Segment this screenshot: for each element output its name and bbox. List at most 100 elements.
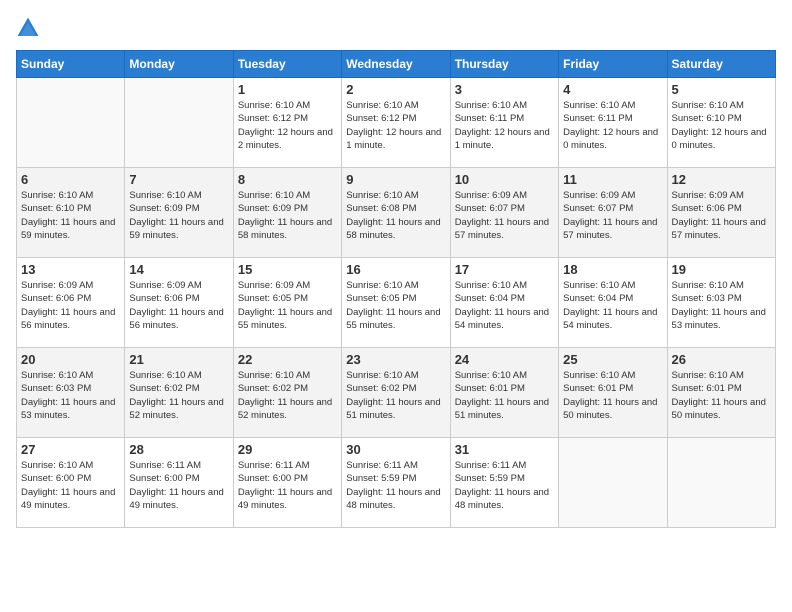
calendar-week-5: 27Sunrise: 6:10 AMSunset: 6:00 PMDayligh… [17, 438, 776, 528]
day-info: Sunrise: 6:09 AMSunset: 6:06 PMDaylight:… [129, 279, 228, 332]
day-info: Sunrise: 6:10 AMSunset: 6:09 PMDaylight:… [129, 189, 228, 242]
calendar-cell [559, 438, 667, 528]
calendar-cell: 8Sunrise: 6:10 AMSunset: 6:09 PMDaylight… [233, 168, 341, 258]
day-number: 3 [455, 82, 554, 97]
day-number: 4 [563, 82, 662, 97]
day-number: 24 [455, 352, 554, 367]
calendar-cell: 22 Sunrise: 6:10 AMSunset: 6:02 PMDayligh… [233, 348, 341, 438]
calendar-cell: 28Sunrise: 6:11 AMSunset: 6:00 PMDayligh… [125, 438, 233, 528]
day-info: Sunrise: 6:10 AMSunset: 6:10 PMDaylight:… [21, 189, 120, 242]
calendar-cell: 19 Sunrise: 6:10 AMSunset: 6:03 PMDayligh… [667, 258, 775, 348]
calendar-cell: 21 Sunrise: 6:10 AMSunset: 6:02 PMDayligh… [125, 348, 233, 438]
day-number: 12 [672, 172, 771, 187]
weekday-header-thursday: Thursday [450, 51, 558, 78]
calendar-cell: 3 Sunrise: 6:10 AMSunset: 6:11 PMDaylight… [450, 78, 558, 168]
day-number: 25 [563, 352, 662, 367]
day-number: 18 [563, 262, 662, 277]
weekday-header-saturday: Saturday [667, 51, 775, 78]
day-number: 23 [346, 352, 445, 367]
day-info: Sunrise: 6:11 AMSunset: 6:00 PMDaylight:… [238, 459, 337, 512]
calendar-cell: 31 Sunrise: 6:11 AMSunset: 5:59 PMDayligh… [450, 438, 558, 528]
day-info: Sunrise: 6:10 AMSunset: 6:09 PMDaylight:… [238, 189, 337, 242]
calendar-cell: 12 Sunrise: 6:09 AMSunset: 6:06 PMDayligh… [667, 168, 775, 258]
day-info: Sunrise: 6:10 AMSunset: 6:00 PMDaylight:… [21, 459, 120, 512]
calendar-cell: 15 Sunrise: 6:09 AMSunset: 6:05 PMDayligh… [233, 258, 341, 348]
day-info: Sunrise: 6:10 AMSunset: 6:12 PMDaylight:… [346, 99, 445, 152]
day-info: Sunrise: 6:10 AMSunset: 6:05 PMDaylight:… [346, 279, 445, 332]
calendar-cell: 25 Sunrise: 6:10 AMSunset: 6:01 PMDayligh… [559, 348, 667, 438]
calendar-week-1: 1 Sunrise: 6:10 AMSunset: 6:12 PMDaylight… [17, 78, 776, 168]
logo [16, 16, 44, 40]
calendar-cell: 9 Sunrise: 6:10 AMSunset: 6:08 PMDaylight… [342, 168, 450, 258]
calendar-header: SundayMondayTuesdayWednesdayThursdayFrid… [17, 51, 776, 78]
day-info: Sunrise: 6:09 AMSunset: 6:06 PMDaylight:… [21, 279, 120, 332]
day-number: 11 [563, 172, 662, 187]
calendar-week-3: 13 Sunrise: 6:09 AMSunset: 6:06 PMDayligh… [17, 258, 776, 348]
day-info: Sunrise: 6:10 AMSunset: 6:01 PMDaylight:… [563, 369, 662, 422]
day-number: 31 [455, 442, 554, 457]
calendar-table: SundayMondayTuesdayWednesdayThursdayFrid… [16, 50, 776, 528]
calendar-cell: 7 Sunrise: 6:10 AMSunset: 6:09 PMDaylight… [125, 168, 233, 258]
day-number: 17 [455, 262, 554, 277]
day-info: Sunrise: 6:10 AMSunset: 6:04 PMDaylight:… [455, 279, 554, 332]
day-number: 30 [346, 442, 445, 457]
calendar-cell [125, 78, 233, 168]
day-info: Sunrise: 6:10 AMSunset: 6:03 PMDaylight:… [672, 279, 771, 332]
calendar-cell: 6 Sunrise: 6:10 AMSunset: 6:10 PMDaylight… [17, 168, 125, 258]
day-number: 5 [672, 82, 771, 97]
weekday-header-sunday: Sunday [17, 51, 125, 78]
day-info: Sunrise: 6:11 AMSunset: 6:00 PMDaylight:… [129, 459, 228, 512]
day-info: Sunrise: 6:10 AMSunset: 6:01 PMDaylight:… [455, 369, 554, 422]
calendar-week-2: 6 Sunrise: 6:10 AMSunset: 6:10 PMDaylight… [17, 168, 776, 258]
day-number: 14 [129, 262, 228, 277]
calendar-cell: 5 Sunrise: 6:10 AMSunset: 6:10 PMDaylight… [667, 78, 775, 168]
day-number: 1 [238, 82, 337, 97]
day-number: 22 [238, 352, 337, 367]
day-number: 10 [455, 172, 554, 187]
calendar-cell: 30 Sunrise: 6:11 AMSunset: 5:59 PMDayligh… [342, 438, 450, 528]
day-info: Sunrise: 6:11 AMSunset: 5:59 PMDaylight:… [455, 459, 554, 512]
day-number: 15 [238, 262, 337, 277]
day-info: Sunrise: 6:10 AMSunset: 6:04 PMDaylight:… [563, 279, 662, 332]
day-number: 13 [21, 262, 120, 277]
day-info: Sunrise: 6:09 AMSunset: 6:06 PMDaylight:… [672, 189, 771, 242]
calendar-cell: 1 Sunrise: 6:10 AMSunset: 6:12 PMDaylight… [233, 78, 341, 168]
day-number: 20 [21, 352, 120, 367]
weekday-header-wednesday: Wednesday [342, 51, 450, 78]
calendar-cell: 29 Sunrise: 6:11 AMSunset: 6:00 PMDayligh… [233, 438, 341, 528]
day-number: 7 [129, 172, 228, 187]
day-number: 6 [21, 172, 120, 187]
day-number: 19 [672, 262, 771, 277]
day-info: Sunrise: 6:10 AMSunset: 6:02 PMDaylight:… [346, 369, 445, 422]
calendar-body: 1 Sunrise: 6:10 AMSunset: 6:12 PMDaylight… [17, 78, 776, 528]
calendar-cell: 24 Sunrise: 6:10 AMSunset: 6:01 PMDayligh… [450, 348, 558, 438]
calendar-cell: 17 Sunrise: 6:10 AMSunset: 6:04 PMDayligh… [450, 258, 558, 348]
calendar-cell: 4 Sunrise: 6:10 AMSunset: 6:11 PMDaylight… [559, 78, 667, 168]
day-info: Sunrise: 6:10 AMSunset: 6:02 PMDaylight:… [129, 369, 228, 422]
day-info: Sunrise: 6:10 AMSunset: 6:10 PMDaylight:… [672, 99, 771, 152]
calendar-cell: 23 Sunrise: 6:10 AMSunset: 6:02 PMDayligh… [342, 348, 450, 438]
calendar-cell: 27Sunrise: 6:10 AMSunset: 6:00 PMDayligh… [17, 438, 125, 528]
calendar-cell: 10Sunrise: 6:09 AMSunset: 6:07 PMDayligh… [450, 168, 558, 258]
calendar-cell: 13 Sunrise: 6:09 AMSunset: 6:06 PMDayligh… [17, 258, 125, 348]
weekday-header-monday: Monday [125, 51, 233, 78]
calendar-cell: 14 Sunrise: 6:09 AMSunset: 6:06 PMDayligh… [125, 258, 233, 348]
day-info: Sunrise: 6:10 AMSunset: 6:11 PMDaylight:… [455, 99, 554, 152]
calendar-cell: 16Sunrise: 6:10 AMSunset: 6:05 PMDayligh… [342, 258, 450, 348]
weekday-header-row: SundayMondayTuesdayWednesdayThursdayFrid… [17, 51, 776, 78]
day-info: Sunrise: 6:10 AMSunset: 6:11 PMDaylight:… [563, 99, 662, 152]
day-info: Sunrise: 6:10 AMSunset: 6:02 PMDaylight:… [238, 369, 337, 422]
day-info: Sunrise: 6:10 AMSunset: 6:08 PMDaylight:… [346, 189, 445, 242]
calendar-cell: 20Sunrise: 6:10 AMSunset: 6:03 PMDayligh… [17, 348, 125, 438]
weekday-header-tuesday: Tuesday [233, 51, 341, 78]
day-info: Sunrise: 6:10 AMSunset: 6:12 PMDaylight:… [238, 99, 337, 152]
day-info: Sunrise: 6:09 AMSunset: 6:05 PMDaylight:… [238, 279, 337, 332]
day-number: 21 [129, 352, 228, 367]
calendar-cell [17, 78, 125, 168]
calendar-cell: 11Sunrise: 6:09 AMSunset: 6:07 PMDayligh… [559, 168, 667, 258]
calendar-week-4: 20Sunrise: 6:10 AMSunset: 6:03 PMDayligh… [17, 348, 776, 438]
day-number: 9 [346, 172, 445, 187]
day-info: Sunrise: 6:11 AMSunset: 5:59 PMDaylight:… [346, 459, 445, 512]
day-number: 29 [238, 442, 337, 457]
weekday-header-friday: Friday [559, 51, 667, 78]
